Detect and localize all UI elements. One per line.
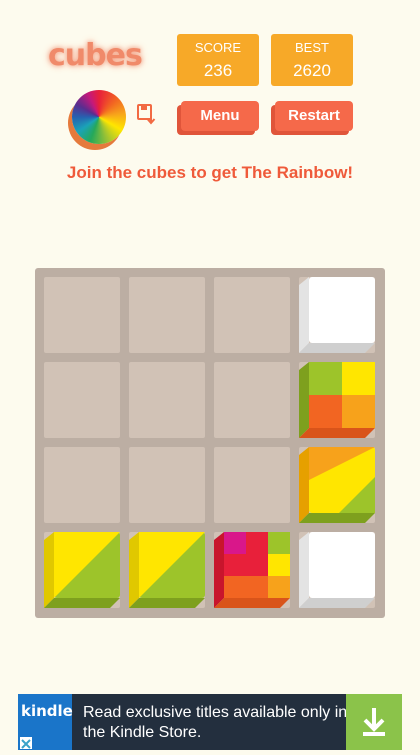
save-icon[interactable] xyxy=(137,104,157,126)
board-cell xyxy=(44,277,120,353)
board-cell xyxy=(44,447,120,523)
board-cell xyxy=(214,277,290,353)
cube-tile-orange-yellow-green-diagonal[interactable] xyxy=(299,447,375,523)
cube-tile-white[interactable] xyxy=(299,277,375,353)
cube-tile-green-yellow-orange-quad[interactable] xyxy=(299,362,375,438)
game-board[interactable] xyxy=(35,268,385,618)
cube-tile-white[interactable] xyxy=(299,532,375,608)
cube-tile-yellow-green-diagonal[interactable] xyxy=(44,532,120,608)
cube-tile-magenta-green-red-yellow-quad[interactable] xyxy=(214,532,290,608)
board-cell xyxy=(129,277,205,353)
restart-button[interactable]: Restart xyxy=(275,101,353,131)
score-box: SCORE 236 xyxy=(177,34,259,86)
download-button[interactable] xyxy=(346,694,402,750)
download-icon xyxy=(363,708,385,736)
kindle-logo-text: kindle xyxy=(21,702,73,720)
cube-tile-yellow-green-diagonal[interactable] xyxy=(129,532,205,608)
best-value: 2620 xyxy=(293,61,331,80)
best-box: BEST 2620 xyxy=(271,34,353,86)
board-cell xyxy=(214,362,290,438)
score-value: 236 xyxy=(203,61,233,80)
best-label: BEST xyxy=(295,40,329,55)
menu-button[interactable]: Menu xyxy=(181,101,259,131)
board-cell xyxy=(129,447,205,523)
ad-text: Read exclusive titles available only in … xyxy=(83,704,348,741)
ad-choices-icon[interactable] xyxy=(20,737,32,749)
board-cell xyxy=(129,362,205,438)
logo: cubes xyxy=(48,38,143,73)
score-label: SCORE xyxy=(194,40,242,55)
color-wheel-icon[interactable] xyxy=(72,90,126,144)
ad-banner[interactable]: kindle Read exclusive titles available o… xyxy=(18,694,402,750)
tagline: Join the cubes to get The Rainbow! xyxy=(66,163,354,182)
board-cell xyxy=(44,362,120,438)
board-cell xyxy=(214,447,290,523)
